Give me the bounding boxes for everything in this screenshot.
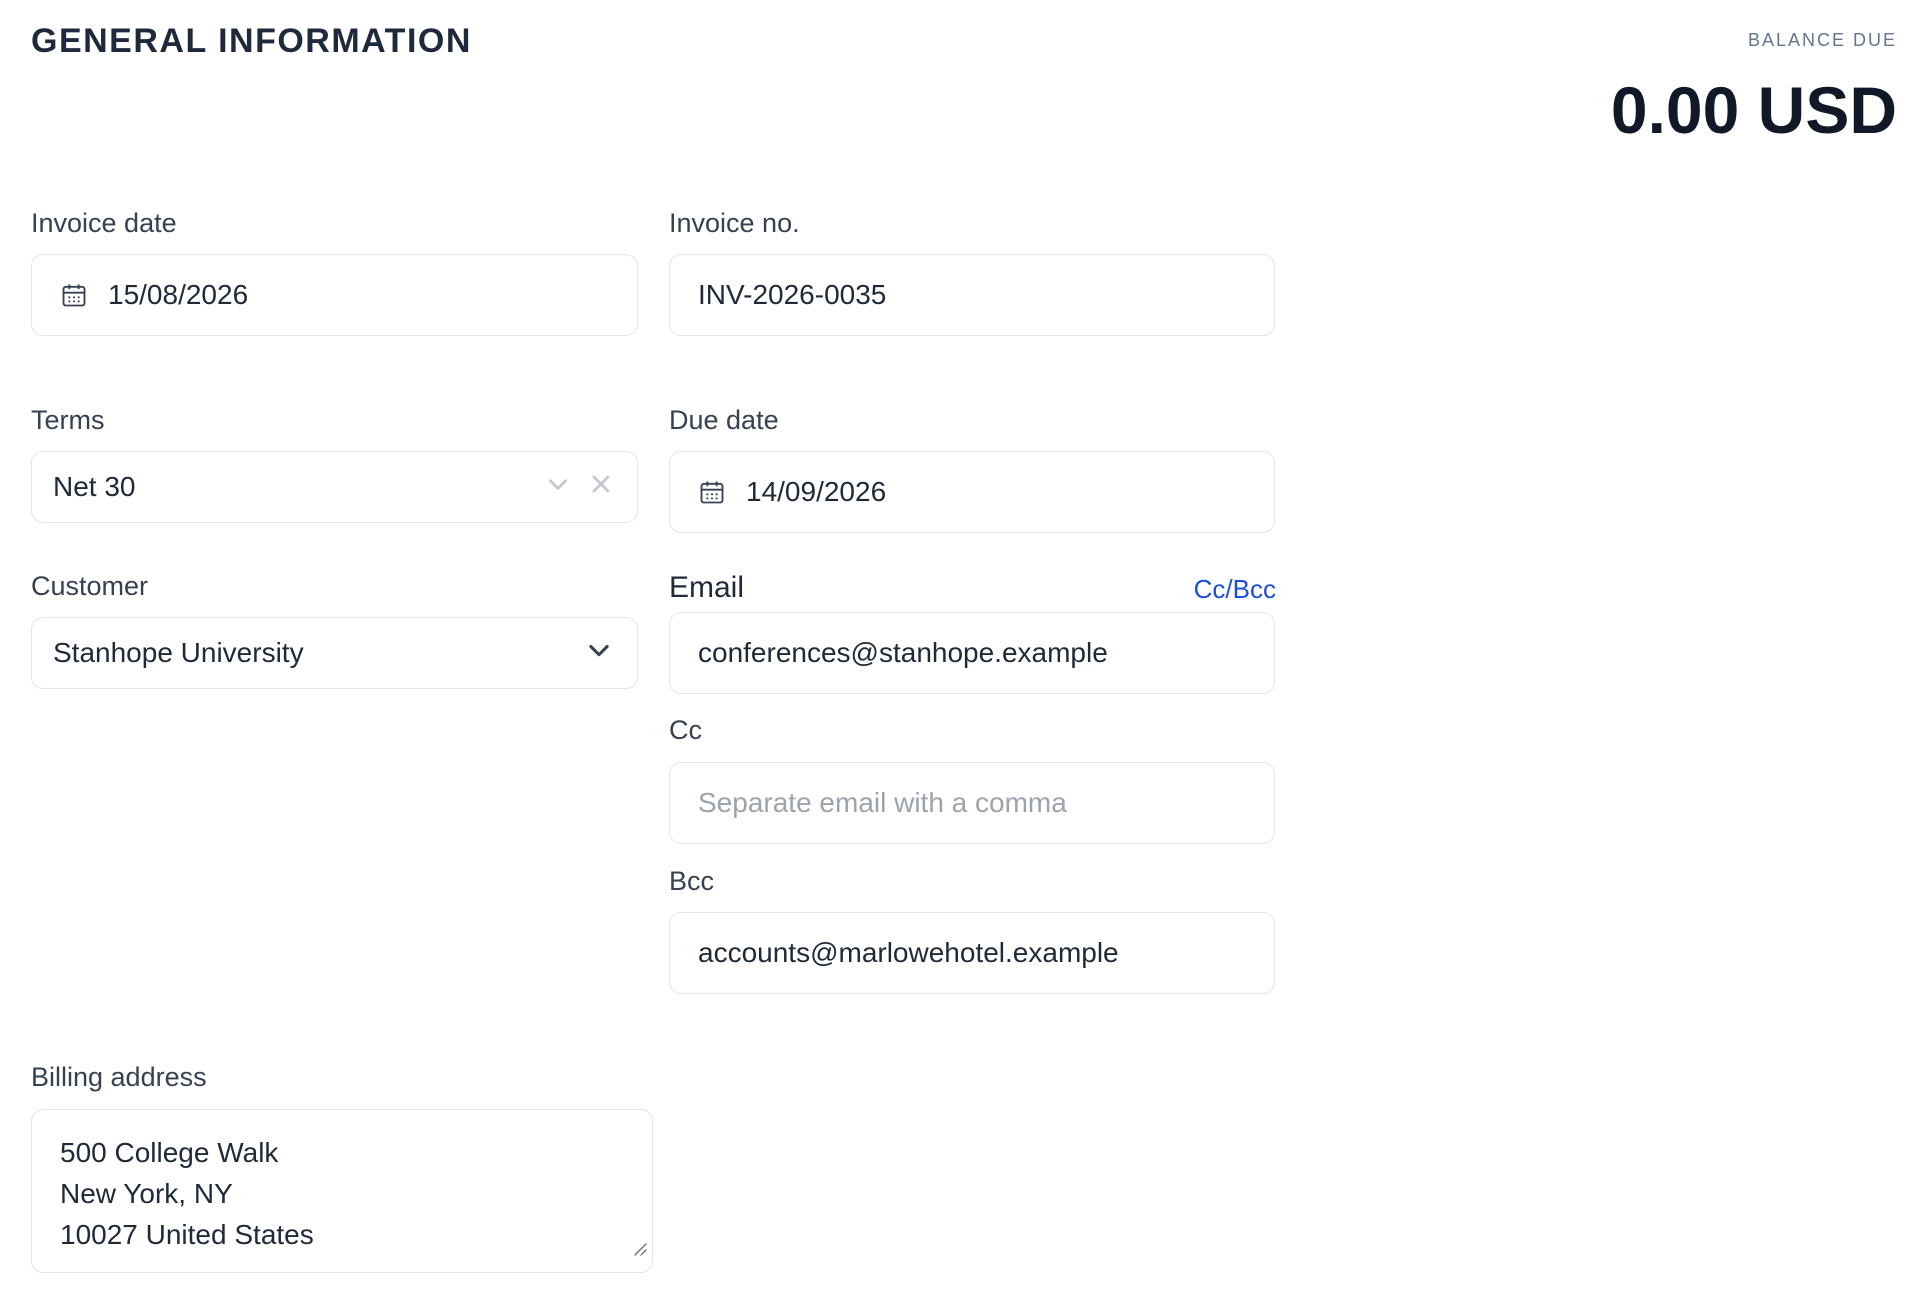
cc-placeholder: Separate email with a comma — [698, 787, 1067, 818]
due-date-value: 14/09/2026 — [746, 476, 887, 507]
customer-value: Stanhope University — [53, 637, 304, 668]
due-date-label: Due date — [669, 405, 779, 435]
billing-address-label: Billing address — [31, 1062, 207, 1092]
calendar-icon — [60, 281, 88, 309]
invoice-date-value: 15/08/2026 — [108, 279, 249, 310]
email-value: conferences@stanhope.example — [698, 637, 1108, 668]
customer-label: Customer — [31, 571, 149, 601]
section-title: GENERAL INFORMATION — [31, 22, 472, 60]
bcc-input[interactable]: accounts@marlowehotel.example — [669, 912, 1275, 994]
balance-due-amount: 0.00 USD — [1610, 73, 1897, 147]
invoice-date-field[interactable]: 15/08/2026 — [31, 254, 638, 336]
customer-select[interactable]: Stanhope University — [31, 617, 638, 689]
chevron-down-icon[interactable] — [545, 471, 571, 504]
email-input[interactable]: conferences@stanhope.example — [669, 612, 1275, 694]
cc-bcc-link[interactable]: Cc/Bcc — [1194, 574, 1276, 605]
calendar-icon — [698, 478, 726, 506]
billing-address-line: 10027 United States — [60, 1219, 314, 1250]
billing-address-line: New York, NY — [60, 1178, 233, 1209]
bcc-label: Bcc — [669, 866, 715, 896]
billing-address-line: 500 College Walk — [60, 1137, 279, 1168]
bcc-value: accounts@marlowehotel.example — [698, 937, 1119, 968]
invoice-no-input[interactable]: INV-2026-0035 — [669, 254, 1275, 336]
clear-icon[interactable] — [589, 471, 613, 503]
terms-value: Net 30 — [53, 471, 136, 502]
due-date-field[interactable]: 14/09/2026 — [669, 451, 1275, 533]
billing-address-textarea[interactable]: 500 College Walk New York, NY 10027 Unit… — [31, 1109, 653, 1273]
invoice-no-value: INV-2026-0035 — [698, 279, 887, 310]
terms-label: Terms — [31, 405, 105, 435]
cc-label: Cc — [669, 715, 702, 745]
invoice-date-label: Invoice date — [31, 208, 177, 238]
email-label: Email — [669, 571, 745, 604]
resize-handle-icon[interactable] — [631, 1226, 647, 1267]
cc-input[interactable]: Separate email with a comma — [669, 762, 1275, 844]
invoice-no-label: Invoice no. — [669, 208, 800, 238]
terms-select[interactable]: Net 30 — [31, 451, 638, 523]
chevron-down-icon[interactable] — [585, 636, 613, 671]
balance-due-label: BALANCE DUE — [1747, 30, 1897, 50]
